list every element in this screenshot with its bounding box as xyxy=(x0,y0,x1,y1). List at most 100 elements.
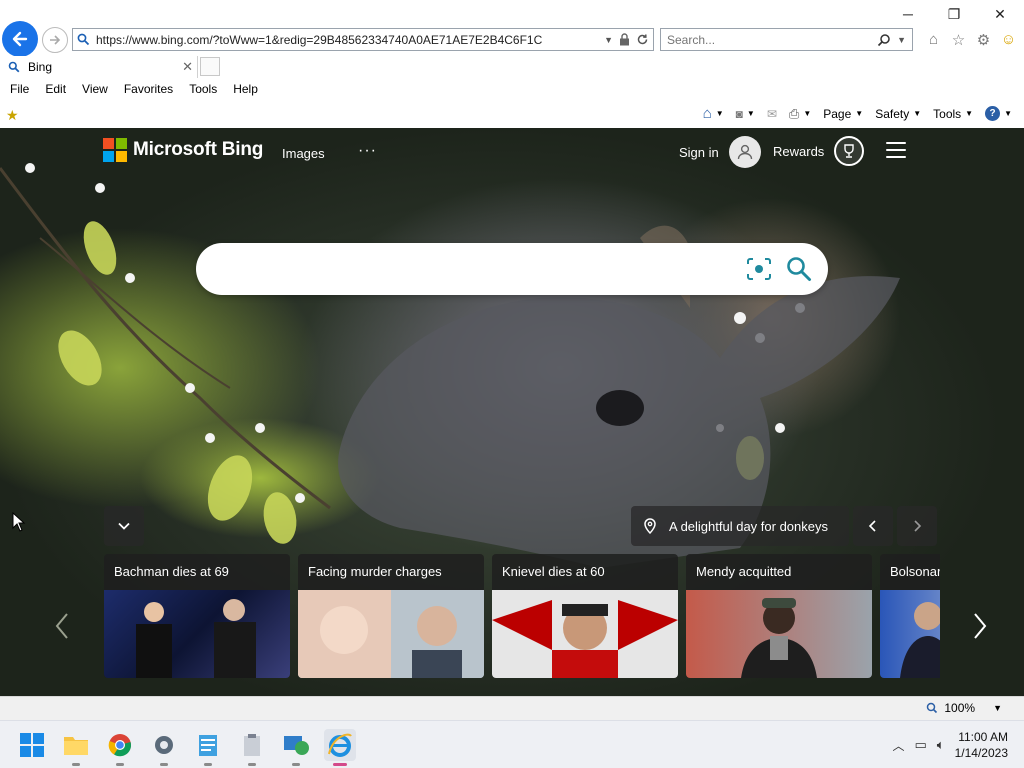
news-card-image xyxy=(104,590,290,678)
windows-logo-icon xyxy=(20,733,44,757)
dropdown-arrow-icon[interactable]: ▼ xyxy=(604,35,613,45)
taskbar-network-app[interactable] xyxy=(280,729,312,766)
star-icon[interactable]: ☆ xyxy=(949,30,968,49)
favorites-bar: ★ ⌂ ▼ ◙ ▼ ✉ ⎙ ▼ Page ▼ Safety ▼ Tools ▼ ? ▼ xyxy=(0,100,1024,128)
menu-hamburger-icon[interactable] xyxy=(886,142,906,158)
news-card[interactable]: Bolsonar xyxy=(880,554,940,678)
clock[interactable]: 11:00 AM 1/14/2023 xyxy=(955,729,1008,761)
news-next-button[interactable] xyxy=(968,608,992,644)
folder-icon xyxy=(64,737,88,755)
volume-icon[interactable]: 🔈︎ xyxy=(937,737,945,753)
news-card-title: Facing murder charges xyxy=(308,564,442,579)
collapse-feed-button[interactable] xyxy=(104,506,144,546)
home-icon: ⌂ xyxy=(702,105,712,122)
rewards-button[interactable]: Rewards xyxy=(773,136,865,166)
refresh-icon[interactable] xyxy=(636,33,649,46)
new-tab-button[interactable] xyxy=(200,57,220,76)
command-bar: ⌂ ▼ ◙ ▼ ✉ ⎙ ▼ Page ▼ Safety ▼ Tools ▼ ? ▼ xyxy=(703,105,1012,122)
menu-file[interactable]: File xyxy=(10,82,29,96)
menu-tools[interactable]: Tools xyxy=(189,82,217,96)
forward-button[interactable] xyxy=(42,27,68,53)
printer-icon: ⎙ xyxy=(788,105,800,121)
chevron-up-icon[interactable]: ︿ xyxy=(892,737,904,754)
image-caption[interactable]: A delightful day for donkeys xyxy=(631,506,849,546)
url-text[interactable]: https://www.bing.com/?toWww=1&redig=29B4… xyxy=(96,33,604,47)
bing-logo[interactable]: Microsoft Bing xyxy=(103,138,263,162)
news-card[interactable]: Bachman dies at 69 xyxy=(104,554,290,678)
safety-menu[interactable]: Safety ▼ xyxy=(875,107,921,121)
dropdown-arrow-icon[interactable]: ▼ xyxy=(897,35,906,45)
lock-icon[interactable] xyxy=(619,33,630,46)
news-card-title: Bachman dies at 69 xyxy=(114,564,229,579)
news-card[interactable]: Knievel dies at 60 xyxy=(492,554,678,678)
taskbar-chrome[interactable] xyxy=(104,729,136,766)
ie-right-icons: ⌂ ☆ ⚙ ☺ xyxy=(924,30,1018,49)
rewards-label: Rewards xyxy=(773,143,825,159)
location-pin-icon xyxy=(644,518,656,534)
previous-image-button[interactable] xyxy=(853,506,893,546)
news-card[interactable]: Facing murder charges xyxy=(298,554,484,678)
network-globe-icon xyxy=(284,736,309,755)
sign-in-button[interactable]: Sign in xyxy=(679,136,761,168)
mail-icon: ✉ xyxy=(766,106,777,121)
menu-view[interactable]: View xyxy=(82,82,108,96)
chevron-left-icon xyxy=(55,613,68,639)
add-to-favorites-bar-icon[interactable]: ★ xyxy=(6,107,19,124)
start-button[interactable] xyxy=(16,729,48,761)
print-button[interactable]: ⎙ ▼ xyxy=(789,106,811,122)
chevron-right-icon xyxy=(914,520,922,532)
close-button[interactable]: ✕ xyxy=(977,4,1023,24)
home-button[interactable]: ⌂ ▼ xyxy=(703,105,724,122)
taskbar-notepad[interactable] xyxy=(192,729,224,766)
network-icon[interactable]: ▭ xyxy=(915,737,927,753)
news-card[interactable]: Mendy acquitted xyxy=(686,554,872,678)
menu-edit[interactable]: Edit xyxy=(45,82,66,96)
taskbar-clipboard-app[interactable] xyxy=(236,729,268,766)
news-card-title: Knievel dies at 60 xyxy=(502,564,605,579)
clock-time: 11:00 AM xyxy=(958,730,1008,744)
nav-images-link[interactable]: Images xyxy=(282,146,325,161)
help-menu[interactable]: ? ▼ xyxy=(985,106,1012,121)
visual-search-icon[interactable] xyxy=(746,257,772,281)
zoom-control[interactable]: 100% ▼ xyxy=(926,701,1002,715)
gear-icon xyxy=(155,736,173,754)
ie-search-input[interactable] xyxy=(667,32,878,47)
taskbar-file-explorer[interactable] xyxy=(60,729,92,766)
bing-homepage: Microsoft Bing Images ··· Sign in Reward… xyxy=(0,128,1024,696)
news-card-title: Bolsonar xyxy=(890,564,940,579)
tab-bing[interactable]: Bing ✕ xyxy=(0,56,198,78)
clock-date: 1/14/2023 xyxy=(954,746,1008,760)
smiley-feedback-icon[interactable]: ☺ xyxy=(999,30,1018,49)
maximize-button[interactable]: ❐ xyxy=(931,4,977,24)
feeds-button[interactable]: ◙ ▼ xyxy=(736,107,755,121)
taskbar-internet-explorer[interactable] xyxy=(324,729,356,766)
minimize-button[interactable]: ─ xyxy=(885,4,931,24)
gear-icon[interactable]: ⚙ xyxy=(974,30,993,49)
menu-help[interactable]: Help xyxy=(233,82,258,96)
bing-search-input[interactable] xyxy=(216,257,736,281)
page-menu[interactable]: Page ▼ xyxy=(823,107,863,121)
chevron-right-icon xyxy=(974,613,987,639)
rss-feed-icon: ◙ xyxy=(735,106,743,121)
window-controls: ─ ❐ ✕ xyxy=(885,4,1023,24)
search-icon[interactable] xyxy=(877,33,891,47)
ie-search-box[interactable]: ▼ xyxy=(660,28,913,51)
news-card-title: Mendy acquitted xyxy=(696,564,792,579)
address-bar[interactable]: https://www.bing.com/?toWww=1&redig=29B4… xyxy=(72,28,654,51)
menu-favorites[interactable]: Favorites xyxy=(124,82,173,96)
rewards-trophy-icon xyxy=(834,136,865,166)
back-button[interactable] xyxy=(2,21,38,57)
read-mail-button[interactable]: ✉ xyxy=(767,107,777,121)
internet-explorer-icon xyxy=(328,733,352,757)
close-tab-icon[interactable]: ✕ xyxy=(182,59,193,75)
clipboard-icon xyxy=(244,734,260,756)
news-previous-button[interactable] xyxy=(50,608,74,644)
dropdown-arrow-icon[interactable]: ▼ xyxy=(993,703,1002,713)
taskbar-settings[interactable] xyxy=(148,729,180,766)
next-image-button[interactable] xyxy=(897,506,937,546)
bing-search-box[interactable] xyxy=(196,243,828,295)
search-icon[interactable] xyxy=(785,255,813,283)
more-options-icon[interactable]: ··· xyxy=(358,142,377,160)
home-icon[interactable]: ⌂ xyxy=(924,30,943,49)
tools-menu[interactable]: Tools ▼ xyxy=(933,107,973,121)
